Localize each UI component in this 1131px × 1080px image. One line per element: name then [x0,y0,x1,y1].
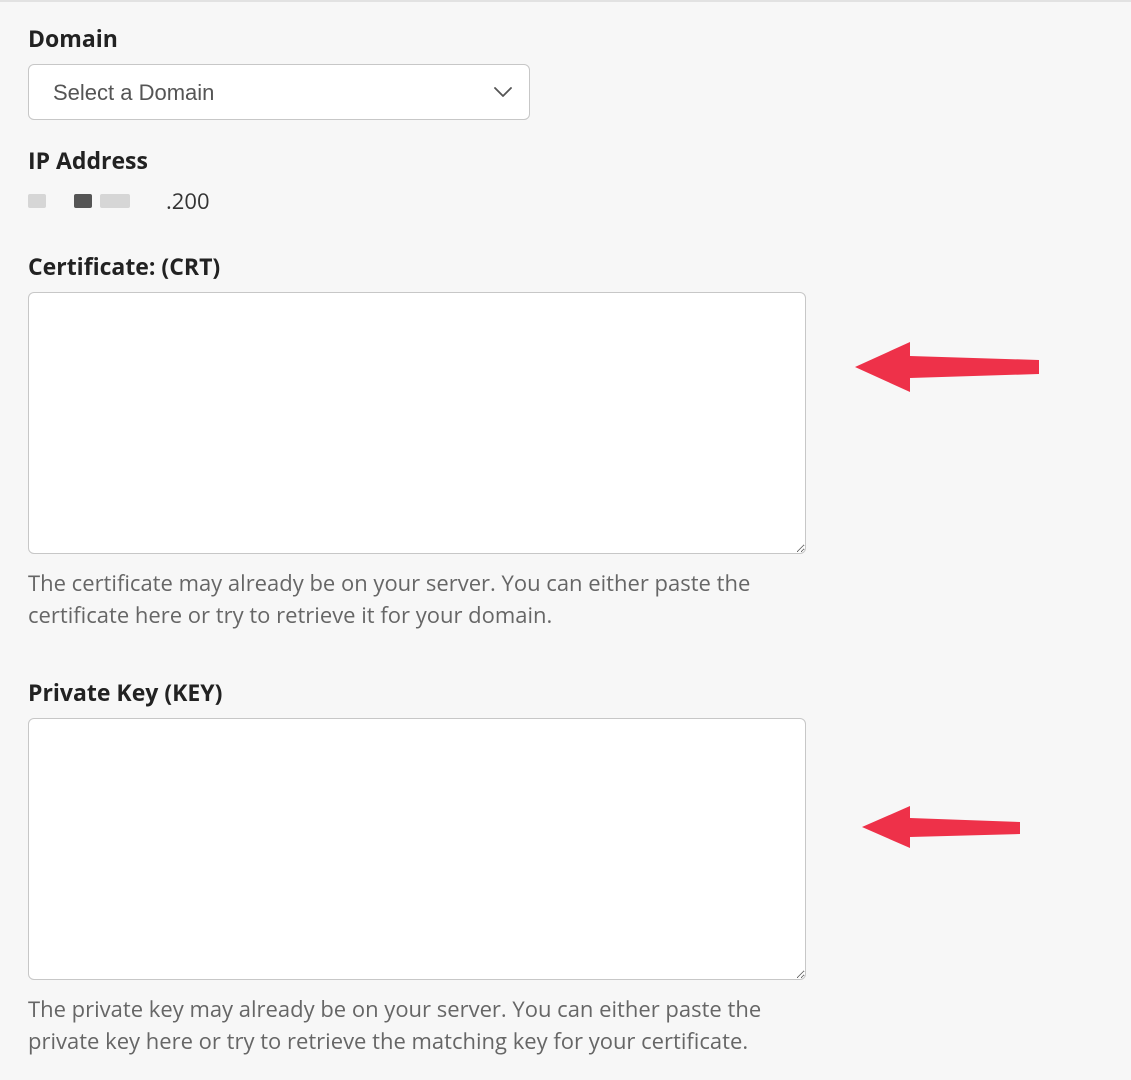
redacted-block [100,194,130,208]
domain-select-wrap: Select a Domain [28,64,530,120]
certificate-label: Certificate: (CRT) [28,250,1103,282]
domain-field-group: Domain Select a Domain [28,22,1103,120]
certificate-section: Certificate: (CRT) The certificate may a… [28,250,1103,632]
domain-select[interactable]: Select a Domain [28,64,530,120]
ip-address-value-row: .200 [28,186,1103,216]
ip-address-field-group: IP Address .200 [28,144,1103,216]
private-key-label: Private Key (KEY) [28,676,1103,708]
certificate-help-text: The certificate may already be on your s… [28,568,806,632]
ip-address-visible-suffix: .200 [166,186,210,216]
ip-address-label: IP Address [28,144,1103,176]
domain-label: Domain [28,22,1103,54]
private-key-help-text: The private key may already be on your s… [28,994,806,1058]
certificate-textarea[interactable] [28,292,806,554]
redacted-block [28,194,46,208]
redacted-block [74,194,92,208]
private-key-section: Private Key (KEY) The private key may al… [28,676,1103,1058]
private-key-textarea[interactable] [28,718,806,980]
